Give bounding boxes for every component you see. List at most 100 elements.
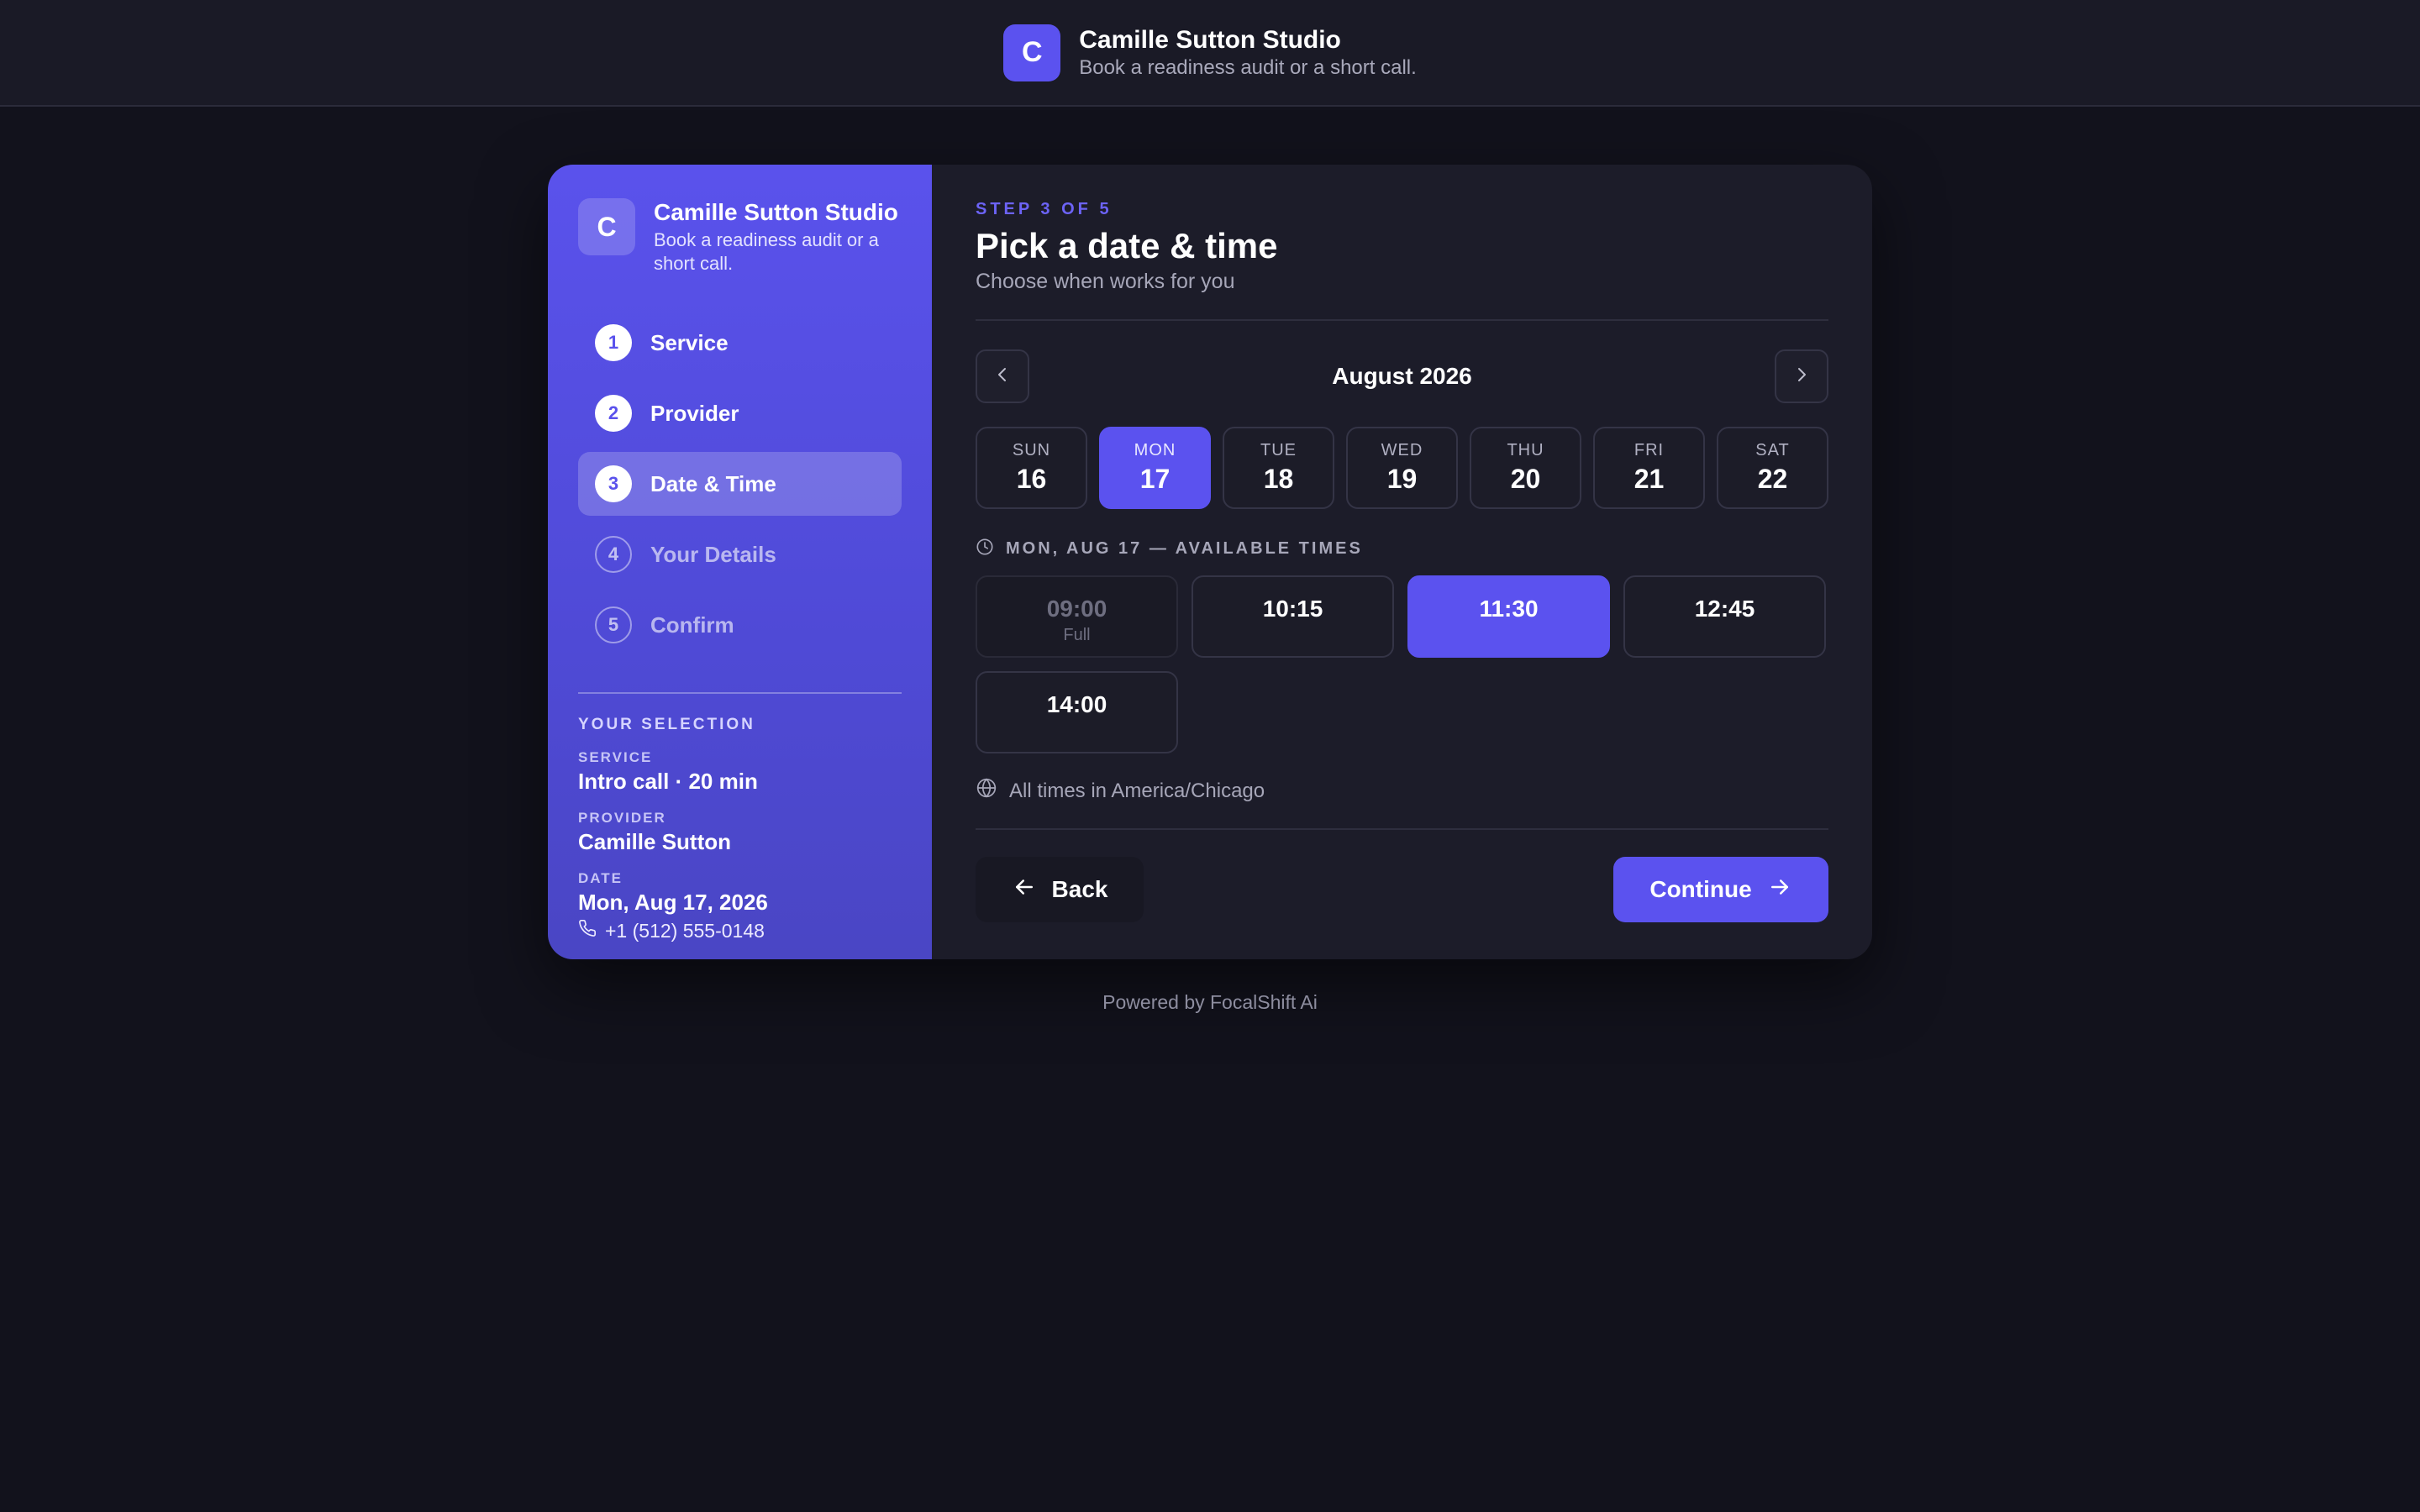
- brand-subtitle: Book a readiness audit or a short call.: [1079, 55, 1417, 79]
- month-navigation: August 2026: [976, 349, 1828, 403]
- next-week-button[interactable]: [1775, 349, 1828, 403]
- sidebar-logo: C: [578, 198, 635, 255]
- step-number: 3: [595, 465, 632, 502]
- back-label: Back: [1051, 876, 1108, 902]
- top-brand: C Camille Sutton Studio Book a readiness…: [1003, 24, 1417, 81]
- day-number: 19: [1386, 464, 1418, 494]
- service-value: Intro call · 20 min: [578, 769, 758, 794]
- phone-line: +1 (512) 555-0148: [578, 919, 902, 942]
- slot-time: 10:15: [1262, 596, 1323, 622]
- provider-value: Camille Sutton: [578, 829, 732, 854]
- day-fri-21[interactable]: FRI 21: [1593, 427, 1705, 509]
- day-sat-22[interactable]: SAT 22: [1717, 427, 1828, 509]
- page-title: Pick a date & time: [976, 226, 1278, 265]
- step-confirm: 5 Confirm: [578, 593, 902, 657]
- step-number: 4: [595, 536, 632, 573]
- slot-time: 12:45: [1694, 596, 1755, 622]
- day-number: 16: [1016, 464, 1047, 494]
- day-of-week: SUN: [1012, 441, 1051, 459]
- service-key: SERVICE: [578, 749, 653, 765]
- main-panel: STEP 3 OF 5 Pick a date & time Choose wh…: [932, 165, 1872, 959]
- globe-icon: [976, 777, 997, 805]
- time-slot-1015[interactable]: 10:15: [1192, 575, 1394, 658]
- day-number: 18: [1263, 464, 1294, 494]
- time-slot-grid: 09:00 Full 10:15 11:30 12:45 14:00: [976, 575, 1826, 753]
- time-slot-1245[interactable]: 12:45: [1623, 575, 1826, 658]
- chevron-right-icon: [1791, 365, 1812, 389]
- continue-button[interactable]: Continue: [1613, 857, 1828, 922]
- step-date-time[interactable]: 3 Date & Time: [578, 452, 902, 516]
- day-of-week: WED: [1381, 441, 1423, 459]
- back-button[interactable]: Back: [976, 857, 1144, 922]
- day-of-week: FRI: [1634, 441, 1665, 459]
- step-number: 1: [595, 324, 632, 361]
- continue-label: Continue: [1649, 876, 1752, 902]
- slot-time: 14:00: [1046, 691, 1107, 717]
- day-of-week: TUE: [1260, 441, 1297, 459]
- footer-divider: [976, 828, 1828, 830]
- day-tue-18[interactable]: TUE 18: [1223, 427, 1334, 509]
- day-thu-20[interactable]: THU 20: [1470, 427, 1581, 509]
- day-wed-19[interactable]: WED 19: [1346, 427, 1458, 509]
- day-of-week: SAT: [1755, 441, 1790, 459]
- time-slot-0900: 09:00 Full: [976, 575, 1178, 658]
- time-slot-1130[interactable]: 11:30: [1407, 575, 1610, 658]
- chevron-left-icon: [992, 365, 1013, 389]
- prev-week-button[interactable]: [976, 349, 1029, 403]
- slot-status: Full: [1063, 626, 1091, 644]
- sidebar-divider: [578, 692, 902, 694]
- step-number: 5: [595, 606, 632, 643]
- step-list: 1 Service 2 Provider 3 Date & Time 4 You…: [578, 311, 902, 657]
- available-times-heading: MON, AUG 17 — AVAILABLE TIMES: [976, 538, 1828, 560]
- day-number: 22: [1757, 464, 1788, 494]
- step-indicator: STEP 3 OF 5: [976, 200, 1113, 218]
- step-label: Confirm: [650, 612, 734, 638]
- sidebar-brand-text: Camille Sutton Studio Book a readiness a…: [654, 198, 902, 276]
- day-of-week: THU: [1507, 441, 1544, 459]
- day-picker: SUN 16 MON 17 TUE 18 WED 19 THU 20 FRI 2…: [976, 427, 1828, 509]
- step-number: 2: [595, 395, 632, 432]
- day-mon-17[interactable]: MON 17: [1099, 427, 1211, 509]
- phone-number: +1 (512) 555-0148: [605, 919, 765, 942]
- top-header: C Camille Sutton Studio Book a readiness…: [0, 0, 2420, 107]
- step-service[interactable]: 1 Service: [578, 311, 902, 375]
- brand-text: Camille Sutton Studio Book a readiness a…: [1079, 25, 1417, 81]
- provider-key: PROVIDER: [578, 810, 666, 826]
- available-times-label: MON, AUG 17 — AVAILABLE TIMES: [1006, 539, 1363, 558]
- day-number: 21: [1634, 464, 1665, 494]
- step-provider[interactable]: 2 Provider: [578, 381, 902, 445]
- step-label: Your Details: [650, 541, 776, 567]
- month-label: August 2026: [1332, 363, 1472, 389]
- brand-logo: C: [1003, 24, 1061, 81]
- slot-time: 11:30: [1479, 596, 1539, 622]
- step-label: Provider: [650, 400, 739, 426]
- sidebar-title: Camille Sutton Studio: [654, 199, 898, 225]
- page-subtitle: Choose when works for you: [976, 270, 1235, 293]
- day-of-week: MON: [1134, 441, 1176, 459]
- timezone-text: All times in America/Chicago: [1009, 779, 1265, 802]
- day-sun-16[interactable]: SUN 16: [976, 427, 1087, 509]
- phone-icon: [578, 919, 597, 942]
- sidebar-brand: C Camille Sutton Studio Book a readiness…: [578, 198, 902, 276]
- selection-summary: YOUR SELECTION SERVICE Intro call · 20 m…: [578, 716, 902, 942]
- date-value: Mon, Aug 17, 2026: [578, 890, 768, 915]
- selection-heading: YOUR SELECTION: [578, 716, 755, 733]
- slot-time: 09:00: [1046, 596, 1107, 622]
- step-label: Date & Time: [650, 470, 776, 496]
- clock-icon: [976, 538, 994, 560]
- step-your-details: 4 Your Details: [578, 522, 902, 586]
- time-slot-1400[interactable]: 14:00: [976, 671, 1178, 753]
- day-number: 17: [1139, 464, 1171, 494]
- timezone-note: All times in America/Chicago: [976, 777, 1828, 805]
- arrow-left-icon: [1012, 874, 1037, 906]
- header-divider: [976, 319, 1828, 321]
- arrow-right-icon: [1767, 874, 1792, 906]
- day-number: 20: [1510, 464, 1541, 494]
- booking-card: C Camille Sutton Studio Book a readiness…: [548, 165, 1872, 959]
- brand-title: Camille Sutton Studio: [1079, 25, 1341, 54]
- sidebar-subtitle: Book a readiness audit or a short call.: [654, 229, 879, 274]
- date-key: DATE: [578, 870, 623, 886]
- powered-by-footer: Powered by FocalShift Ai: [1102, 991, 1318, 1013]
- step-label: Service: [650, 329, 729, 355]
- sidebar: C Camille Sutton Studio Book a readiness…: [548, 165, 932, 959]
